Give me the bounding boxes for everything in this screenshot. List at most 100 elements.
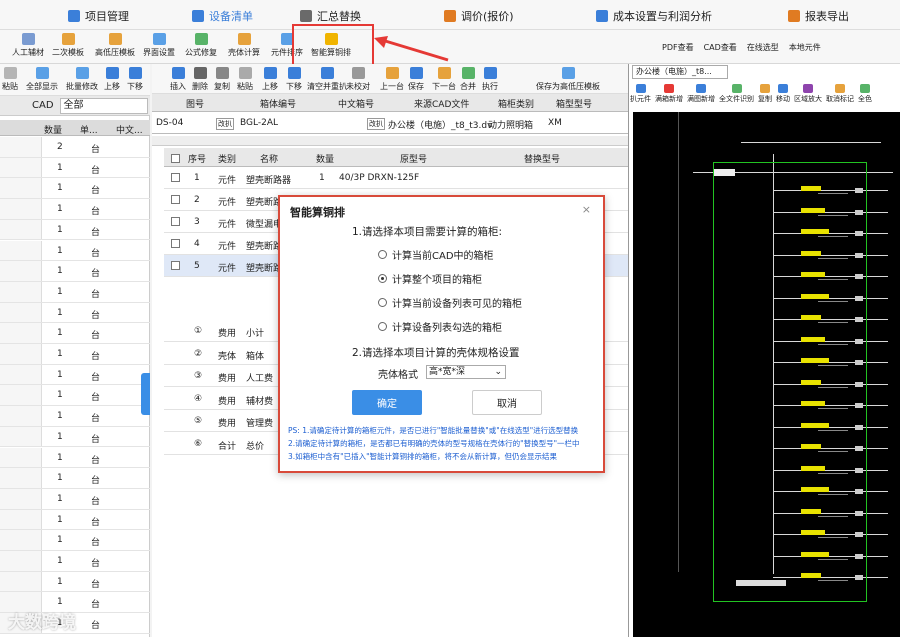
row-checkbox[interactable] [171,195,180,204]
cad-file-tab[interactable]: 办公楼（电施）_t8... [632,65,728,79]
batch-edit-button[interactable]: 批量修改 [66,67,98,92]
cad-tool-8[interactable]: 全色 [858,84,872,110]
mid-tool-6[interactable]: 清空并重扒 [307,67,347,92]
qty-header[interactable]: 数量 [44,123,62,136]
table-row[interactable]: 1 元件 塑壳断路器 1 40/3P DRXN-125F [164,167,628,189]
list-item[interactable]: 1台 [0,364,150,386]
list-item[interactable]: 2台 [0,137,150,158]
list-item[interactable]: 1台 [0,447,150,469]
tab-project-management[interactable]: 项目管理 [68,8,129,24]
tab-cost-profit[interactable]: 成本设置与利润分析 [596,8,712,24]
box-no-value[interactable]: BGL-2AL [240,118,278,128]
pdf-view-button[interactable]: PDF查看 [662,42,694,53]
cad-tool-2[interactable]: 满图新增 [687,84,715,110]
row-checkbox[interactable] [171,217,180,226]
list-item[interactable]: 1台 [0,240,150,262]
cad-drawing-canvas[interactable] [633,112,900,637]
online-select-button[interactable]: 在线选型 [747,42,779,53]
shell-format-select[interactable]: 高*宽*深 ⌄ [426,365,506,379]
list-item[interactable]: 1台 [0,157,150,179]
edit-drawing-button[interactable]: 改扒 [216,118,234,130]
mid-tool-4[interactable]: 上移 [262,67,278,92]
list-item[interactable]: 1台 [0,509,150,531]
list-item[interactable]: 1台 [0,488,150,510]
cad-file-value[interactable]: 办公楼（电施）_t8_t3.dv [388,118,492,131]
cad-tool-7[interactable]: 取消标记 [826,84,854,110]
row-checkbox[interactable] [171,261,180,270]
cad-tool-4[interactable]: 复制 [758,84,772,110]
cad-tool-0[interactable]: 扒元件 [630,84,651,110]
move-up-button[interactable]: 上移 [104,67,120,92]
list-item[interactable]: 1台 [0,302,150,324]
list-item[interactable]: 1台 [0,551,150,572]
mid-tool-3[interactable]: 粘贴 [237,67,253,92]
paste-button[interactable]: 粘贴 [2,67,18,92]
cad-tool-5[interactable]: 移动 [776,84,790,110]
cad-select[interactable]: 全部 [59,97,148,114]
select-all-checkbox[interactable] [171,154,180,163]
ps-note-1: PS: 1.请确定待计算的箱柜元件，是否已进行"智能批量替换"或"在线选型"进行… [288,426,579,435]
list-item[interactable]: 1台 [0,530,150,551]
list-item[interactable]: 1台 [0,468,150,489]
cancel-button[interactable]: 取消 [472,390,542,415]
hv-lv-template-button[interactable]: 高低压模板 [95,33,135,58]
option-checked-list[interactable]: 计算设备列表勾选的箱柜 [378,319,502,334]
mid-tool-12[interactable]: 执行 [482,67,498,92]
mid-tool-2[interactable]: 复制 [214,67,230,92]
mid-tool-9[interactable]: 保存 [408,67,424,92]
list-item[interactable]: 1台 [0,323,150,344]
cad-view-button[interactable]: CAD查看 [704,42,737,53]
formula-fix-button[interactable]: 公式修复 [185,33,217,58]
unit-cell: 台 [91,372,101,383]
move-down-button[interactable]: 下移 [127,67,143,92]
tab-equipment-list[interactable]: 设备清单 [192,8,253,24]
list-item[interactable]: 1台 [0,385,150,407]
cad-tool-6[interactable]: 区域放大 [794,84,822,110]
fee-type-cell: 费用 [218,329,237,339]
list-item[interactable]: 1台 [0,426,150,448]
tab-price-adjust[interactable]: 调价(报价) [444,8,514,24]
tab-summary-replace[interactable]: 汇总替换 [300,8,361,24]
mid-tool-10[interactable]: 下一台 [432,67,456,92]
mid-tool-8[interactable]: 上一台 [380,67,404,92]
cn-header[interactable]: 中文... [116,123,143,136]
close-icon[interactable]: × [582,203,591,216]
collapse-handle[interactable] [141,373,150,415]
row-checkbox[interactable] [171,239,180,248]
list-item[interactable]: 1台 [0,406,150,427]
list-item[interactable]: 1台 [0,571,150,593]
mid-tool-5[interactable]: 下移 [286,67,302,92]
list-item[interactable]: 1台 [0,281,150,303]
labor-material-button[interactable]: 人工辅材 [12,33,44,58]
list-item[interactable]: 1台 [0,178,150,200]
mid-tool-7[interactable]: 未校对 [346,67,370,92]
list-item[interactable]: 1台 [0,219,150,241]
drawing-value[interactable]: DS-04 [156,118,183,128]
list-item[interactable]: 1台 [0,199,150,220]
shell-calc-button[interactable]: 壳体计算 [228,33,260,58]
local-component-button[interactable]: 本地元件 [789,42,821,53]
edit-cn-button[interactable]: 改扒 [367,118,385,130]
confirm-button[interactable]: 确定 [352,390,422,415]
mid-tool-0[interactable]: 插入 [170,67,186,92]
option-current-cad[interactable]: 计算当前CAD中的箱柜 [378,247,494,262]
mid-tool-1[interactable]: 删除 [192,67,208,92]
mid-tool-11[interactable]: 合并 [460,67,476,92]
option-visible-list[interactable]: 计算当前设备列表可见的箱柜 [378,295,522,310]
mid-tool-13[interactable]: 保存为高低压模板 [536,67,600,92]
list-item[interactable]: 1台 [0,344,150,365]
cad-tool-3[interactable]: 全文件识别 [719,84,754,110]
qty-cell: 1 [319,173,325,183]
row-checkbox[interactable] [171,173,180,182]
secondary-template-button[interactable]: 二次模板 [52,33,84,58]
category-value[interactable]: 动力照明箱 [488,118,533,131]
unit-header[interactable]: 单... [80,123,98,136]
horizontal-scrollbar[interactable] [152,136,628,146]
cad-tool-1[interactable]: 满箱新增 [655,84,683,110]
show-all-button[interactable]: 全部显示 [26,67,58,92]
option-whole-project[interactable]: 计算整个项目的箱柜 [378,271,482,286]
ui-settings-button[interactable]: 界面设置 [143,33,175,58]
list-item[interactable]: 1台 [0,261,150,282]
tab-report-export[interactable]: 报表导出 [788,8,849,24]
model-value[interactable]: XM [548,118,562,128]
